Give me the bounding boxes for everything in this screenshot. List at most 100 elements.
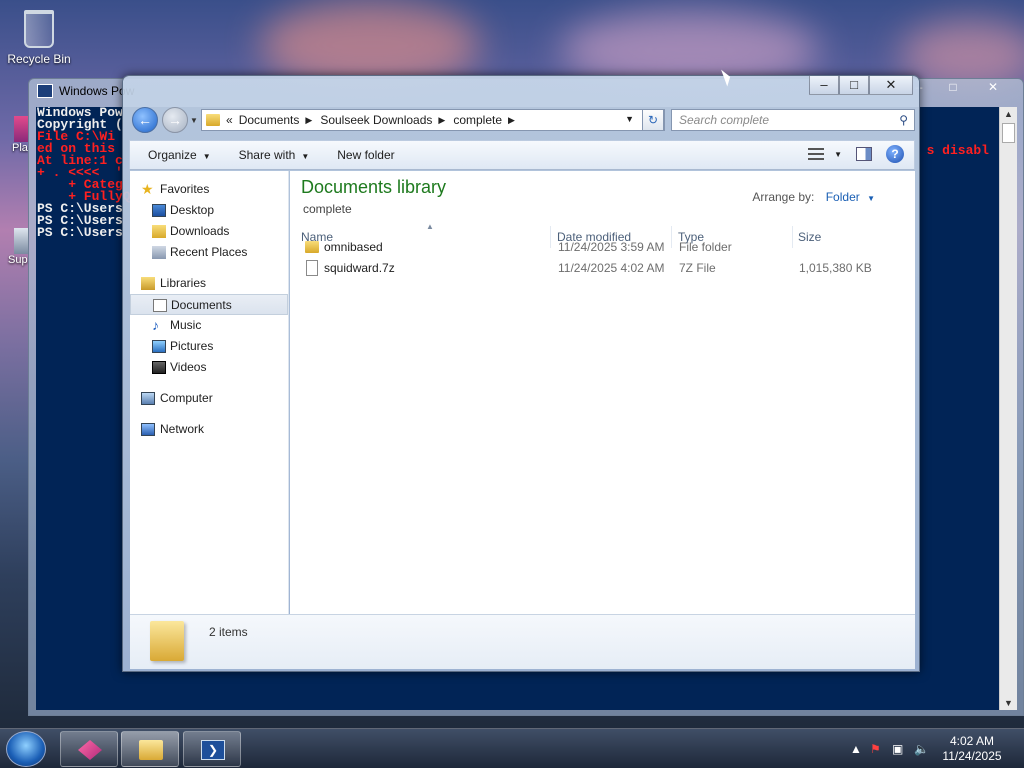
nav-label: Favorites <box>160 182 210 196</box>
nav-label: Computer <box>160 391 213 405</box>
forward-button[interactable]: → <box>162 107 188 133</box>
console-scrollbar[interactable]: ▲ ▼ <box>999 107 1017 710</box>
breadcrumb-soulseek-downloads[interactable]: Soulseek Downloads <box>320 113 432 127</box>
file-date: 11/24/2025 4:02 AM <box>558 261 665 275</box>
breadcrumb-separator-icon[interactable]: ▶ <box>305 115 312 126</box>
share-with-button[interactable]: Share with ▼ <box>229 148 320 162</box>
videos-icon <box>152 361 166 374</box>
arrange-by: Arrange by: Folder ▼ <box>752 190 875 204</box>
change-view-button[interactable]: ▼ <box>808 148 842 160</box>
scroll-down-arrow-icon[interactable]: ▼ <box>1004 698 1013 708</box>
taskbar-explorer-button[interactable] <box>121 731 179 767</box>
nav-item-computer[interactable]: Computer <box>130 388 288 409</box>
maximize-button[interactable]: □ <box>839 76 869 95</box>
refresh-button[interactable]: ↻ <box>642 109 664 131</box>
minimize-button[interactable]: – <box>809 76 839 95</box>
library-title: Documents library <box>301 177 447 197</box>
clock-time: 4:02 AM <box>949 734 995 748</box>
nav-label: Desktop <box>170 203 215 217</box>
organize-label: Organize <box>148 148 197 162</box>
file-name: omnibased <box>324 240 383 254</box>
address-dropdown-icon[interactable]: ▼ <box>625 114 634 124</box>
music-icon: ♪ <box>152 317 159 333</box>
downloads-folder-icon <box>152 225 166 238</box>
nav-item-music[interactable]: ♪ Music <box>130 315 288 336</box>
network-icon <box>141 423 155 436</box>
recycle-bin-desktop-icon[interactable]: Recycle Bin <box>2 4 76 66</box>
close-button[interactable]: ✕ <box>975 79 1011 97</box>
recent-places-icon <box>152 246 166 259</box>
command-bar: Organize ▼ Share with ▼ New folder ▼ ? <box>129 140 915 170</box>
library-subtitle: complete <box>303 202 352 216</box>
nav-item-desktop[interactable]: Desktop <box>130 200 288 221</box>
search-placeholder: Search complete <box>679 113 770 127</box>
show-hidden-icons-icon[interactable]: ▲ <box>850 742 862 756</box>
nav-item-pictures[interactable]: Pictures <box>130 336 288 357</box>
arrange-by-dropdown[interactable]: Folder <box>826 190 860 204</box>
desktop-shortcut-2[interactable]: Sup <box>0 228 30 266</box>
nav-item-videos[interactable]: Videos <box>130 357 288 378</box>
new-folder-label: New folder <box>337 148 395 162</box>
nav-item-documents[interactable]: Documents <box>130 294 288 315</box>
share-with-label: Share with <box>238 148 296 162</box>
help-icon[interactable]: ? <box>886 145 904 163</box>
nav-item-favorites[interactable]: ★ Favorites <box>130 179 288 200</box>
file-icon <box>306 260 318 276</box>
taskbar-app-button[interactable] <box>60 731 118 767</box>
documents-icon <box>153 299 167 312</box>
nav-item-recent-places[interactable]: Recent Places <box>130 242 288 263</box>
desktop-shortcut-2-label: Sup <box>8 254 28 266</box>
nav-item-network[interactable]: Network <box>130 419 288 440</box>
breadcrumb-complete[interactable]: complete <box>453 113 502 127</box>
close-button[interactable]: ✕ <box>869 76 913 95</box>
back-button[interactable]: ← <box>132 107 158 133</box>
taskbar-powershell-button[interactable]: ❯ <box>183 731 241 767</box>
chevron-down-icon[interactable]: ▼ <box>867 194 875 203</box>
pictures-icon <box>152 340 166 353</box>
nav-label: Network <box>160 422 205 436</box>
breadcrumb-separator-icon[interactable]: ▶ <box>438 115 445 126</box>
breadcrumb-documents[interactable]: Documents <box>239 113 300 127</box>
file-row[interactable]: omnibased 11/24/2025 3:59 AM File folder <box>296 237 876 258</box>
clock[interactable]: 4:02 AM 11/24/2025 <box>932 734 1012 764</box>
file-name: squidward.7z <box>324 261 395 275</box>
recent-pages-dropdown-icon[interactable]: ▼ <box>190 116 198 125</box>
organize-button[interactable]: Organize ▼ <box>138 148 221 162</box>
file-list-pane: Documents library complete Arrange by: F… <box>290 171 915 614</box>
breadcrumb-overflow[interactable]: « <box>226 113 233 127</box>
file-type: 7Z File <box>679 261 716 275</box>
folder-icon <box>150 621 184 661</box>
new-folder-button[interactable]: New folder <box>327 148 404 162</box>
breadcrumb-separator-icon[interactable]: ▶ <box>508 115 515 126</box>
maximize-button[interactable]: □ <box>935 79 971 97</box>
search-icon[interactable]: ⚲ <box>899 113 908 127</box>
app-icon <box>78 740 102 760</box>
volume-icon[interactable]: 🔈 <box>914 742 929 756</box>
search-input[interactable]: Search complete ⚲ <box>671 109 915 131</box>
address-bar[interactable]: « Documents ▶ Soulseek Downloads ▶ compl… <box>201 109 665 131</box>
nav-label: Pictures <box>170 339 214 353</box>
star-icon: ★ <box>141 181 154 197</box>
chevron-down-icon[interactable]: ▼ <box>834 150 842 159</box>
nav-item-downloads[interactable]: Downloads <box>130 221 288 242</box>
system-tray: ▲ ⚑ ▣ 🔈 4:02 AM 11/24/2025 <box>834 729 1024 768</box>
start-button[interactable] <box>6 731 46 767</box>
nav-label: Libraries <box>160 276 207 290</box>
powershell-icon: ❯ <box>201 740 225 760</box>
scroll-up-arrow-icon[interactable]: ▲ <box>1004 109 1013 119</box>
action-center-icon[interactable]: ⚑ <box>870 742 881 756</box>
desktop-icon <box>152 204 166 217</box>
nav-item-libraries[interactable]: Libraries <box>130 273 288 294</box>
folder-icon <box>139 740 163 760</box>
preview-pane-icon[interactable] <box>856 147 872 161</box>
desktop-shortcut-1-label: Pla <box>12 142 28 154</box>
scrollbar-thumb[interactable] <box>1002 123 1015 143</box>
file-size: 1,015,380 KB <box>799 261 872 275</box>
taskbar: ❯ ▲ ⚑ ▣ 🔈 4:02 AM 11/24/2025 <box>0 728 1024 768</box>
app-shortcut-icon <box>14 116 28 142</box>
computer-icon <box>141 392 155 405</box>
file-row[interactable]: squidward.7z 11/24/2025 4:02 AM 7Z File 1,0… <box>296 258 876 279</box>
network-icon[interactable]: ▣ <box>892 742 903 756</box>
desktop-shortcut-1[interactable]: Pla <box>0 116 30 154</box>
explorer-window[interactable]: – □ ✕ ← → ▼ « Documents ▶ Soulseek Downl… <box>122 75 920 672</box>
